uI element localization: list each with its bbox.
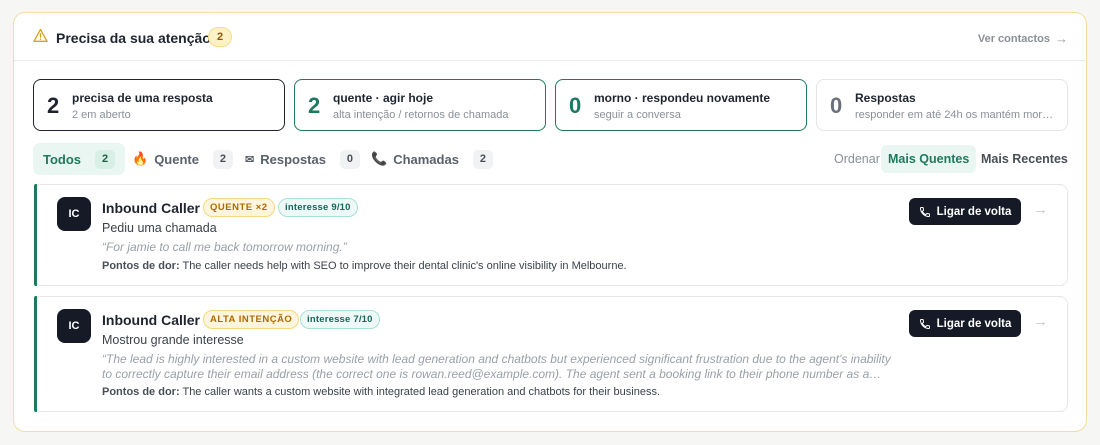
- stat-value: 2: [47, 93, 60, 118]
- sort-label: Ordenar: [834, 152, 880, 166]
- tab-todos[interactable]: Todos 2: [33, 143, 126, 175]
- stat-value: 2: [308, 93, 321, 118]
- tab-chamadas[interactable]: 📞 Chamadas 2: [361, 143, 503, 175]
- page-title: Precisa da sua atenção: [56, 30, 211, 46]
- lead-accent-bar: [34, 296, 37, 412]
- stat-card-needs-reply[interactable]: 2 precisa de uma resposta 2 em aberto: [33, 79, 285, 131]
- tab-count: 2: [212, 149, 233, 169]
- attention-count-badge: 2: [208, 27, 232, 47]
- tab-count: 2: [472, 149, 493, 169]
- lead-reason: Mostrou grande interesse: [102, 333, 244, 347]
- lead-reason: Pediu uma chamada: [102, 221, 217, 235]
- stat-label: Respostas: [855, 91, 916, 105]
- panel-header: Precisa da sua atenção 2 Ver contactos →: [14, 13, 1086, 61]
- tab-quente[interactable]: 🔥 Quente 2: [122, 143, 243, 175]
- avatar: IC: [57, 197, 91, 231]
- call-back-button[interactable]: Ligar de volta: [909, 198, 1021, 225]
- stat-subtext: seguir a conversa: [594, 109, 681, 121]
- pain-points-label: Pontos de dor:: [102, 386, 180, 398]
- lead-quote: “The lead is highly interested in a cust…: [102, 352, 891, 381]
- open-lead-arrow-icon[interactable]: →: [1033, 313, 1048, 330]
- tab-label: Chamadas: [393, 151, 459, 167]
- envelope-icon: ✉: [245, 153, 255, 166]
- lead-name: Inbound Caller: [102, 312, 200, 328]
- pain-points-text: The caller needs help with SEO to improv…: [182, 260, 627, 272]
- stat-subtext: alta intenção / retornos de chamada: [333, 109, 509, 121]
- lead-accent-bar: [34, 184, 37, 286]
- attention-panel: Precisa da sua atenção 2 Ver contactos →…: [13, 12, 1087, 432]
- arrow-right-icon: →: [1055, 31, 1068, 46]
- warning-icon: [33, 28, 48, 42]
- stat-value: 0: [569, 93, 582, 118]
- high-intent-badge: ALTA INTENÇÃO: [203, 310, 300, 329]
- interest-badge: interesse 7/10: [300, 310, 380, 329]
- tab-label: Respostas: [260, 151, 326, 167]
- sort-hottest-button[interactable]: Mais Quentes: [881, 145, 977, 173]
- lead-card[interactable]: IC Inbound Caller ALTA INTENÇÃO interess…: [34, 296, 1068, 412]
- fire-icon: 🔥: [132, 151, 149, 166]
- stat-card-replies[interactable]: 0 Respostas responder em até 24h os mant…: [816, 79, 1068, 131]
- hot-tag-badge: QUENTE ×2: [203, 198, 275, 217]
- interest-badge: interesse 9/10: [278, 198, 358, 217]
- call-back-label: Ligar de volta: [936, 205, 1012, 218]
- view-contacts-link[interactable]: Ver contactos →: [978, 31, 1068, 46]
- lead-quote: “For jamie to call me back tomorrow morn…: [102, 240, 347, 254]
- stat-subtext: responder em até 24h os mantém mornos: [855, 109, 1055, 121]
- pain-points: Pontos de dor: The caller needs help wit…: [102, 260, 627, 272]
- avatar: IC: [57, 309, 91, 343]
- tab-count: 0: [339, 149, 360, 169]
- view-contacts-label: Ver contactos: [977, 32, 1050, 45]
- lead-card[interactable]: IC Inbound Caller QUENTE ×2 interesse 9/…: [34, 184, 1068, 286]
- pain-points: Pontos de dor: The caller wants a custom…: [102, 386, 660, 398]
- stat-value: 0: [830, 93, 843, 118]
- stat-card-hot[interactable]: 2 quente · agir hoje alta intenção / ret…: [294, 79, 546, 131]
- phone-icon: [919, 206, 930, 217]
- stat-label: precisa de uma resposta: [72, 91, 213, 105]
- lead-name: Inbound Caller: [102, 200, 200, 216]
- stat-label: morno · respondeu novamente: [594, 91, 771, 105]
- stat-label: quente · agir hoje: [333, 91, 434, 105]
- stat-subtext: 2 em aberto: [72, 109, 131, 121]
- tab-label: Quente: [154, 151, 199, 167]
- call-back-label: Ligar de volta: [936, 317, 1012, 330]
- phone-icon: 📞: [371, 151, 388, 166]
- open-lead-arrow-icon[interactable]: →: [1033, 201, 1048, 218]
- pain-points-text: The caller wants a custom website with i…: [182, 386, 661, 398]
- pain-points-label: Pontos de dor:: [102, 260, 180, 272]
- stat-card-warm[interactable]: 0 morno · respondeu novamente seguir a c…: [555, 79, 807, 131]
- sort-recent-button[interactable]: Mais Recentes: [974, 145, 1075, 173]
- tab-label: Todos: [43, 151, 82, 167]
- call-back-button[interactable]: Ligar de volta: [909, 310, 1021, 337]
- tab-count: 2: [95, 149, 116, 169]
- tab-respostas[interactable]: ✉ Respostas 0: [235, 143, 370, 175]
- phone-icon: [919, 318, 930, 329]
